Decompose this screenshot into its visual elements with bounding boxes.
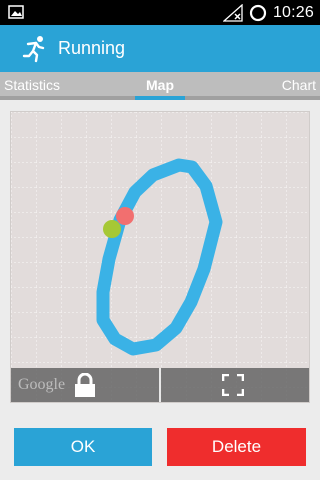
signal-icon — [222, 3, 243, 22]
lock-icon[interactable] — [74, 373, 96, 398]
delete-button[interactable]: Delete — [167, 428, 306, 466]
image-icon — [8, 5, 24, 19]
tab-selected-indicator — [135, 96, 185, 100]
start-marker — [103, 220, 121, 238]
end-marker — [116, 207, 134, 225]
map-toolbar: Google — [11, 368, 309, 402]
circle-icon — [249, 4, 267, 21]
app-bar: Running — [0, 25, 320, 72]
status-bar: 10:26 — [0, 0, 320, 25]
running-person-icon — [22, 35, 45, 62]
app-title: Running — [58, 38, 126, 58]
ok-button[interactable]: OK — [14, 428, 152, 466]
map-view[interactable] — [10, 111, 310, 403]
google-attribution: Google — [18, 376, 66, 393]
clock-time: 10:26 — [272, 3, 314, 21]
map-canvas[interactable] — [11, 112, 309, 402]
fullscreen-icon[interactable] — [222, 374, 244, 396]
toolbar-divider — [159, 368, 161, 402]
tab-map[interactable]: Map — [146, 77, 174, 93]
